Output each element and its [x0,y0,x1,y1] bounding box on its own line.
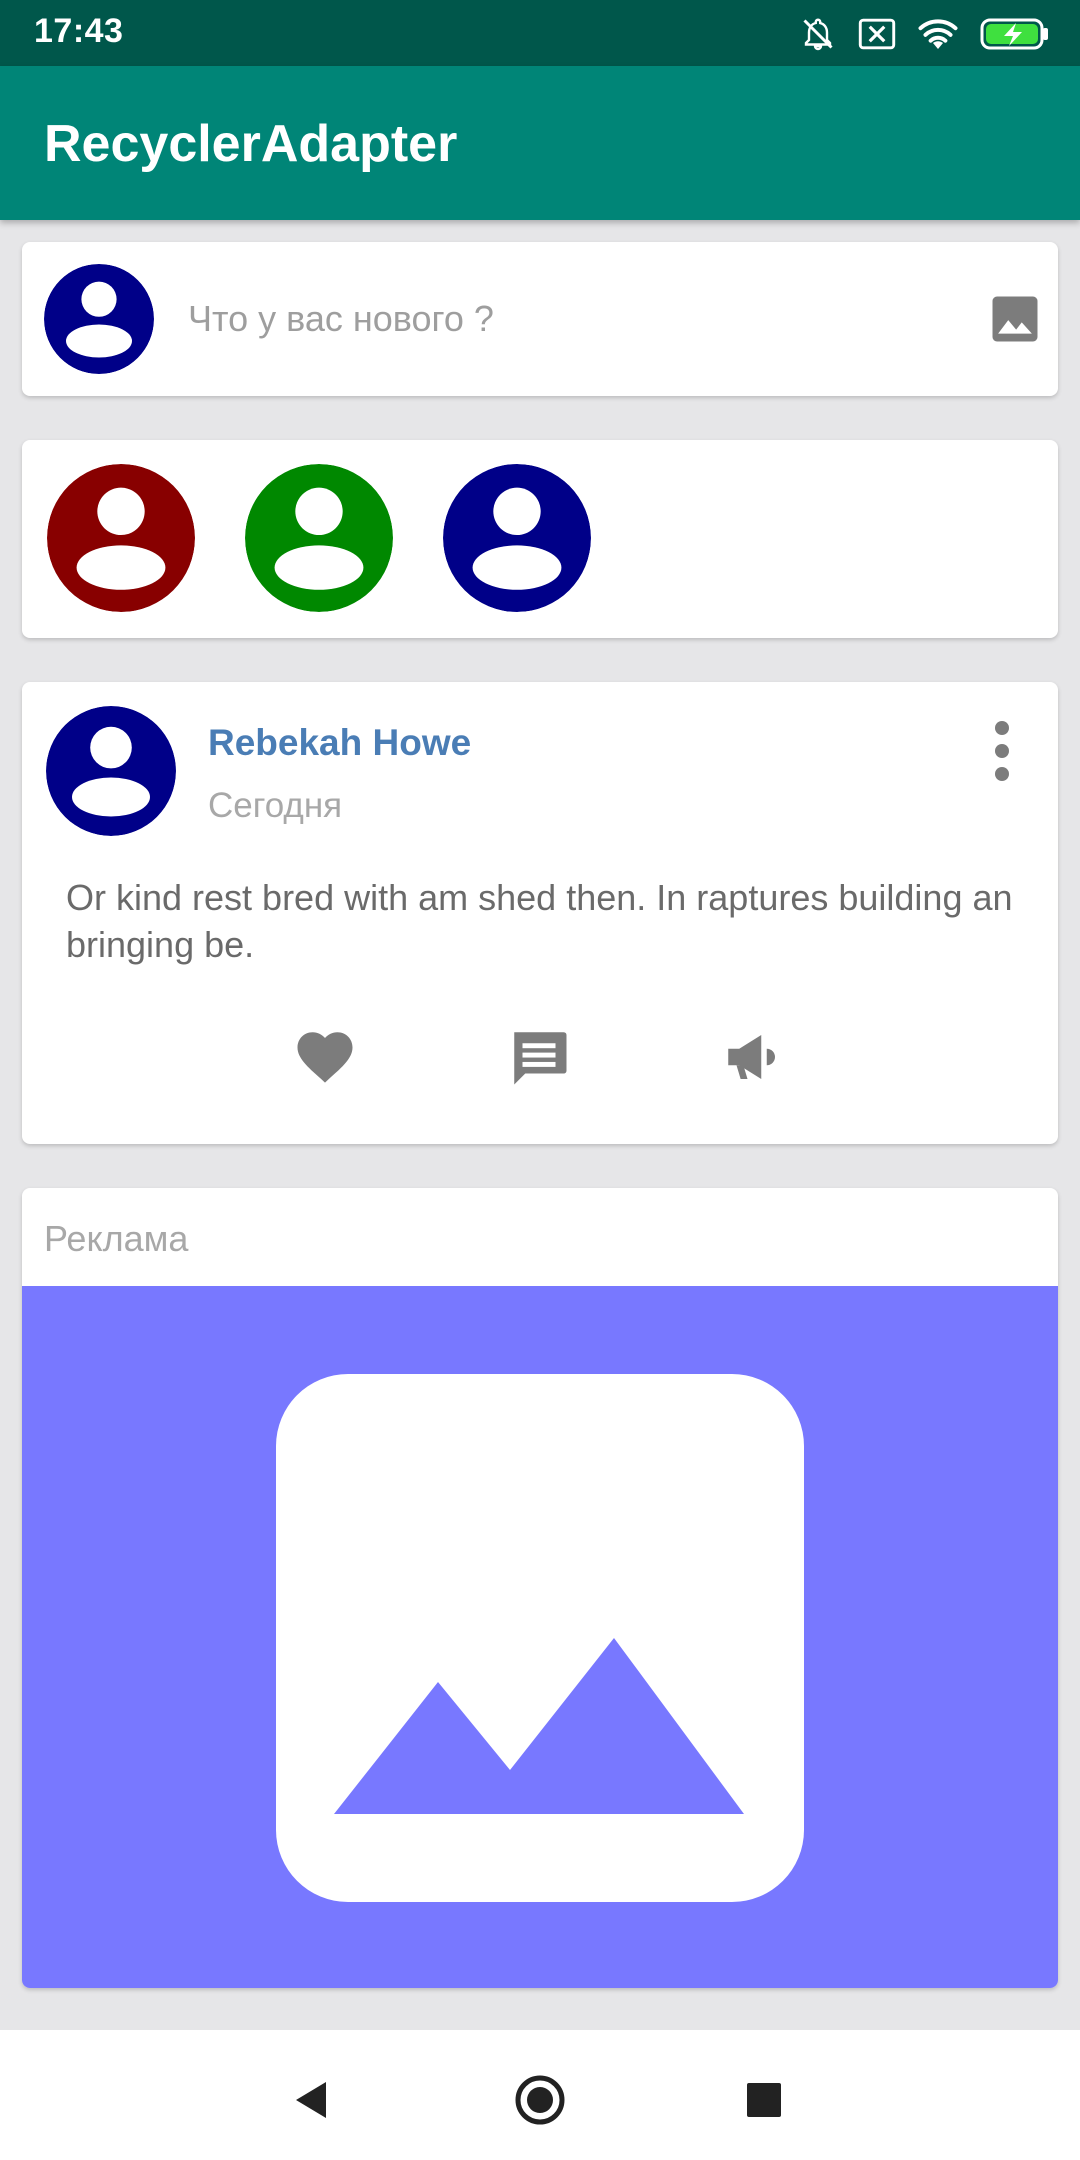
sim-off-icon [858,18,896,50]
back-icon[interactable] [284,2070,344,2130]
battery-charging-icon [980,17,1050,51]
mute-bell-icon [800,16,836,52]
status-icons [800,14,1050,54]
status-time: 17:43 [34,12,124,50]
status-bar: 17:43 [0,0,1080,66]
composer-avatar[interactable] [44,264,154,374]
ad-label: Реклама [44,1218,189,1259]
app-title: RecyclerAdapter [44,115,458,173]
wifi-icon [918,17,958,51]
navigation-bar [0,2030,1080,2160]
post-card: Rebekah Howe Сегодня Or kind rest bred w… [22,682,1058,1144]
stories-card [22,440,1058,638]
image-placeholder-icon [276,1374,804,1902]
composer-input[interactable]: Что у вас нового ? [188,298,494,340]
post-text: Or kind rest bred with am shed then. In … [66,877,1013,965]
post-date: Сегодня [208,786,343,825]
comment-icon[interactable] [506,1024,572,1090]
story-avatar[interactable] [443,464,591,612]
composer-card[interactable]: Что у вас нового ? [22,242,1058,396]
like-icon[interactable] [292,1024,358,1090]
home-icon[interactable] [510,2070,570,2130]
ad-image[interactable] [22,1286,1058,1988]
more-vert-icon[interactable] [990,718,1014,784]
image-icon[interactable] [988,292,1042,346]
share-icon[interactable] [720,1024,786,1090]
story-avatar[interactable] [47,464,195,612]
story-avatar[interactable] [245,464,393,612]
app-bar: RecyclerAdapter [0,66,1080,220]
recents-icon[interactable] [734,2070,794,2130]
ad-card[interactable]: Реклама [22,1188,1058,1988]
post-author-avatar[interactable] [46,706,176,836]
post-author-name[interactable]: Rebekah Howe [208,722,471,764]
